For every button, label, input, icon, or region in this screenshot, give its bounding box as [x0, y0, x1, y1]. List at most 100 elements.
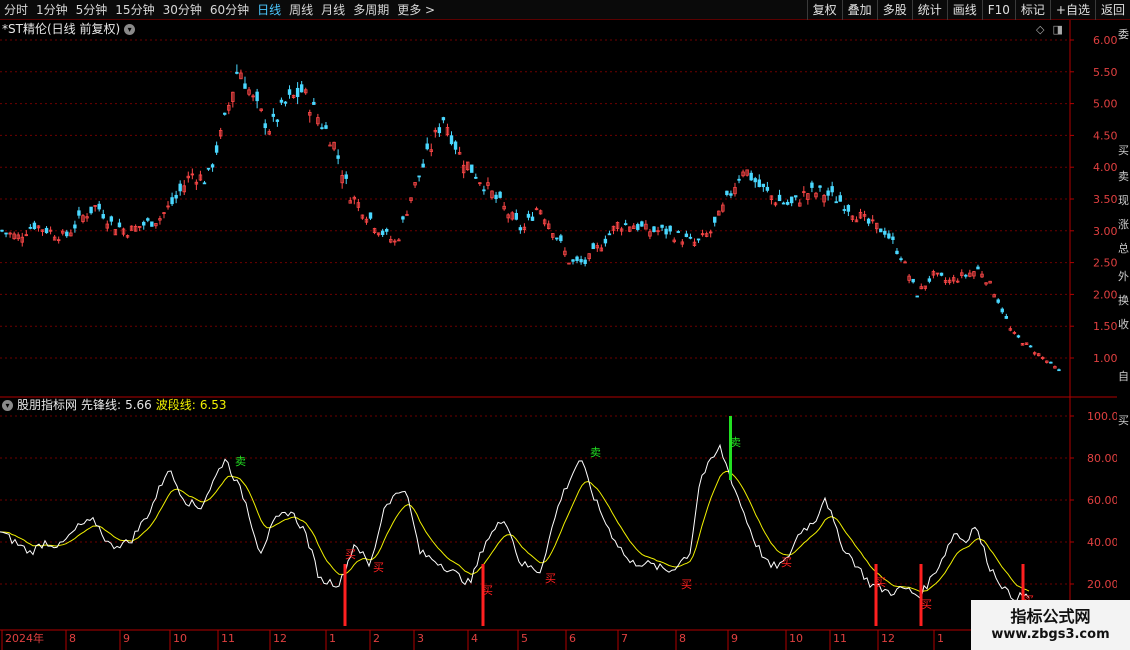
- toolbar-button-6[interactable]: 标记: [1014, 0, 1050, 20]
- candle-body: [911, 278, 915, 283]
- candle-body: [401, 216, 405, 220]
- chart-canvas[interactable]: 6.00 5.50 5.00 4.50 4.00 3.50 3.00 2.50 2.00 1.50…: [0, 20, 1117, 650]
- candle-body: [514, 213, 519, 220]
- candle-body: [781, 202, 786, 205]
- candle-body: [470, 164, 474, 173]
- candle-body: [777, 194, 782, 202]
- price-tick-label: 4.50: [1093, 129, 1117, 142]
- candle-body: [927, 278, 932, 282]
- candle-body: [243, 83, 247, 89]
- indicator-tick-label: 40.00: [1087, 536, 1117, 549]
- time-tick-label: 12: [273, 632, 287, 645]
- period-tab-1[interactable]: 1分钟: [32, 0, 72, 20]
- period-tab-2[interactable]: 5分钟: [72, 0, 112, 20]
- candle-body: [571, 259, 575, 262]
- side-label-10: 买: [1118, 414, 1129, 427]
- candle-body: [255, 91, 259, 102]
- candle-body: [89, 206, 93, 214]
- period-tab-10[interactable]: 更多 >: [393, 0, 439, 20]
- candle-body: [235, 71, 239, 74]
- candle-body: [425, 143, 429, 150]
- candle-body: [883, 230, 887, 235]
- time-tick-label: 11: [833, 632, 847, 645]
- candle-body: [591, 243, 595, 250]
- candle-body: [729, 193, 733, 196]
- toolbar-button-4[interactable]: 画线: [946, 0, 982, 20]
- candle-body: [676, 231, 680, 233]
- candle-body: [417, 175, 421, 178]
- candle-body: [336, 155, 340, 159]
- price-tick-label: 3.00: [1093, 225, 1117, 238]
- candle-body: [453, 141, 458, 150]
- time-tick-label: 5: [521, 632, 528, 645]
- side-label-9: 自: [1118, 370, 1129, 383]
- candle-body: [202, 182, 207, 185]
- candle-body: [668, 225, 672, 232]
- candle-body: [789, 196, 794, 204]
- candle-body: [575, 256, 579, 261]
- candle-body: [65, 231, 69, 237]
- period-tab-0[interactable]: 分时: [0, 0, 32, 20]
- candle-body: [498, 191, 502, 198]
- candle-body: [441, 117, 446, 121]
- candle-body: [826, 190, 830, 196]
- candle-body: [636, 224, 640, 230]
- candle-body: [368, 212, 373, 219]
- candle-body: [380, 230, 385, 235]
- time-tick-label: 10: [173, 632, 187, 645]
- period-tab-5[interactable]: 60分钟: [206, 0, 253, 20]
- toolbar-button-7[interactable]: +自选: [1049, 0, 1095, 20]
- candle-body: [749, 172, 753, 181]
- period-tab-6[interactable]: 日线: [253, 0, 285, 20]
- candle-body: [320, 127, 324, 130]
- candle-body: [664, 228, 668, 235]
- candle-body: [976, 266, 980, 270]
- period-tab-9[interactable]: 多周期: [349, 0, 393, 20]
- candle-body: [44, 227, 49, 234]
- side-label-6: 外: [1118, 270, 1129, 283]
- candle-body: [518, 227, 523, 231]
- candle-body: [842, 209, 847, 211]
- candle-body: [73, 224, 77, 229]
- candle-body: [684, 233, 689, 238]
- candle-body: [210, 164, 215, 168]
- candle-body: [494, 194, 498, 200]
- time-tick-label: 2: [373, 632, 380, 645]
- candle-body: [142, 221, 146, 226]
- time-tick-label: 8: [679, 632, 686, 645]
- toolbar-button-3[interactable]: 统计: [911, 0, 947, 20]
- candle-body: [150, 221, 154, 227]
- candle-body: [146, 218, 150, 221]
- buy-signal-label: 买: [681, 578, 692, 591]
- period-tab-8[interactable]: 月线: [317, 0, 349, 20]
- price-tick-label: 1.00: [1093, 352, 1117, 365]
- sell-signal-label: 卖: [590, 446, 601, 459]
- buy-signal-bar: [874, 564, 878, 626]
- candle-body: [895, 250, 899, 255]
- candle-body: [785, 201, 790, 205]
- candle-body: [1028, 345, 1033, 348]
- toolbar-button-0[interactable]: 复权: [806, 0, 842, 20]
- time-tick-label: 10: [789, 632, 803, 645]
- candle-body: [830, 186, 834, 193]
- toolbar-button-8[interactable]: 返回: [1094, 0, 1130, 20]
- candle-body: [640, 221, 644, 227]
- candle-body: [28, 226, 33, 229]
- candle-body: [866, 218, 871, 224]
- sell-signal-label: 卖: [235, 455, 246, 468]
- toolbar-button-5[interactable]: F10: [981, 0, 1015, 20]
- period-tab-4[interactable]: 30分钟: [159, 0, 206, 20]
- toolbar-button-2[interactable]: 多股: [876, 0, 912, 20]
- buy-signal-bar: [343, 564, 347, 626]
- candle-body: [312, 101, 316, 105]
- time-tick-label: 1: [937, 632, 944, 645]
- period-tab-3[interactable]: 15分钟: [111, 0, 158, 20]
- price-tick-label: 4.00: [1093, 161, 1117, 174]
- toolbar-button-1[interactable]: 叠加: [841, 0, 877, 20]
- time-tick-label: 12: [881, 632, 895, 645]
- side-label-4: 涨: [1118, 218, 1129, 231]
- period-tab-7[interactable]: 周线: [285, 0, 317, 20]
- candle-body: [996, 299, 1000, 303]
- candle-body: [178, 183, 182, 192]
- candle-body: [696, 238, 701, 241]
